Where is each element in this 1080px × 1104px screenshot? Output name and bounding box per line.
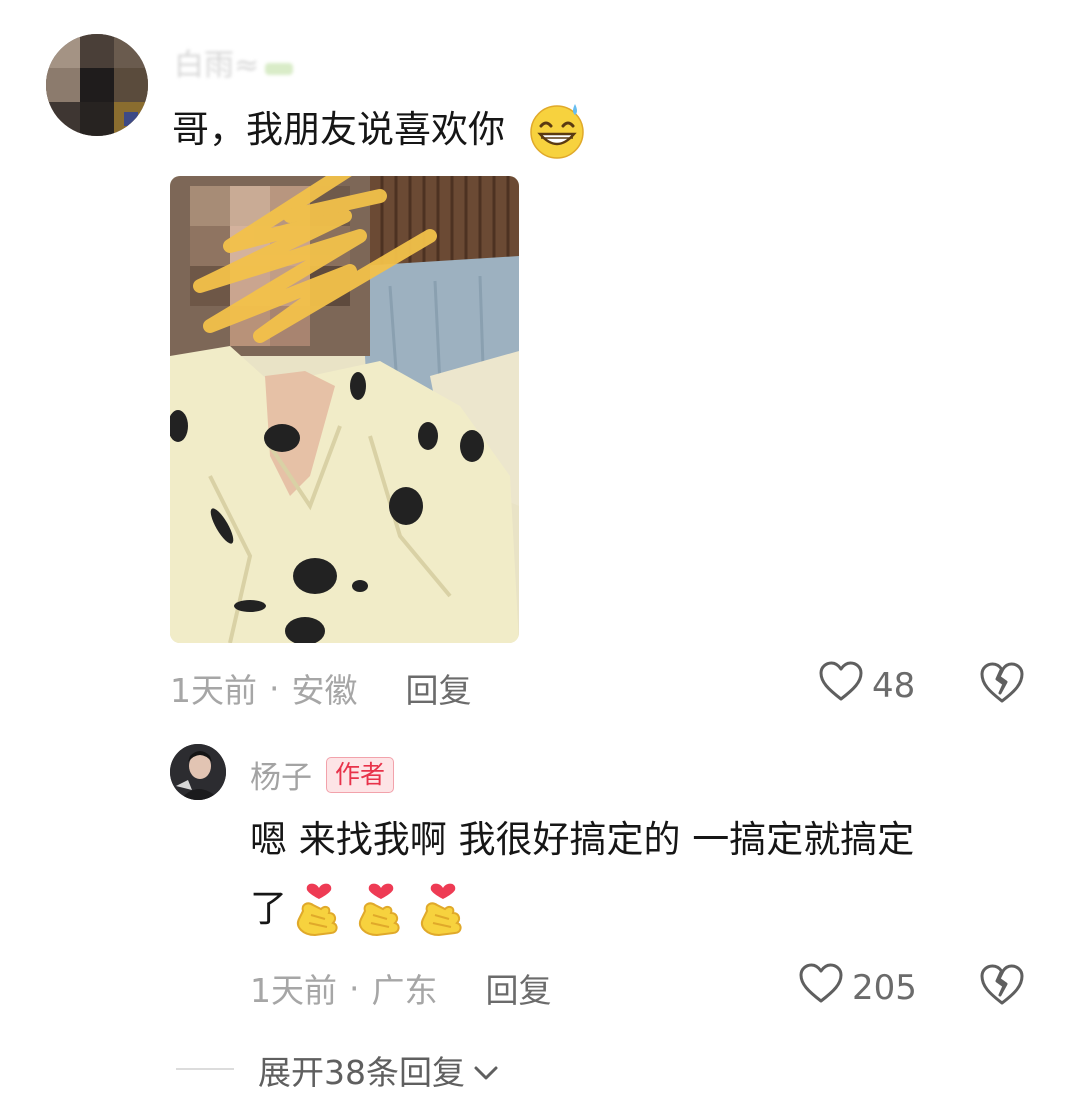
reply-button[interactable]: 回复 bbox=[486, 964, 552, 1012]
like-button[interactable]: 205 bbox=[798, 962, 917, 1013]
reply-button[interactable]: 回复 bbox=[406, 664, 472, 712]
meta-separator: · bbox=[349, 968, 360, 1008]
broken-heart-icon bbox=[978, 964, 1026, 1010]
reply-text-line1: 嗯 来找我啊 我很好搞定的 一搞定就搞定 bbox=[250, 818, 915, 861]
comment-photo[interactable] bbox=[170, 176, 519, 643]
heart-hand-emoji bbox=[289, 875, 349, 941]
comment-meta: 1天前 · 安徽 回复 bbox=[170, 664, 472, 712]
comment-text-content: 哥，我朋友说喜欢你 bbox=[172, 108, 505, 151]
heart-hand-emoji bbox=[413, 875, 473, 941]
heart-icon bbox=[798, 962, 844, 1013]
like-count: 48 bbox=[872, 665, 916, 706]
expand-replies-label: 展开38条回复 bbox=[258, 1053, 465, 1092]
comment-username[interactable]: 白雨≈ bbox=[174, 44, 294, 83]
reply-text-line2: 了 bbox=[250, 886, 287, 930]
expand-replies-button[interactable]: 展开38条回复 bbox=[258, 1046, 499, 1094]
comment-time: 1天前 bbox=[170, 671, 257, 710]
reply-time: 1天前 bbox=[250, 971, 337, 1010]
comment-username-text: 白雨≈ bbox=[174, 48, 260, 83]
reply-username[interactable]: 杨子 bbox=[250, 752, 312, 797]
reply-username-row: 杨子 作者 bbox=[250, 752, 395, 797]
reply-location: 广东 bbox=[371, 971, 438, 1010]
meta-separator: · bbox=[269, 668, 280, 708]
grinning-sweat-emoji bbox=[527, 100, 587, 160]
dislike-button[interactable] bbox=[978, 962, 1028, 1008]
expand-divider bbox=[176, 1068, 234, 1070]
reply-text-line2-row: 了 bbox=[250, 875, 1030, 941]
level-badge bbox=[265, 63, 294, 75]
heart-icon bbox=[818, 660, 864, 711]
reply-avatar-image bbox=[170, 744, 226, 800]
author-badge: 作者 bbox=[326, 756, 395, 793]
chevron-down-icon bbox=[473, 1051, 499, 1090]
reply-avatar[interactable] bbox=[170, 744, 226, 800]
dislike-button[interactable] bbox=[978, 660, 1028, 706]
avatar[interactable] bbox=[46, 34, 148, 136]
like-button[interactable]: 48 bbox=[818, 660, 915, 711]
comment-location: 安徽 bbox=[291, 671, 358, 710]
photo-image bbox=[170, 176, 519, 643]
heart-hand-emoji bbox=[351, 875, 411, 941]
broken-heart-icon bbox=[978, 662, 1026, 708]
like-count: 205 bbox=[852, 967, 917, 1008]
reply-meta: 1天前 · 广东 回复 bbox=[250, 964, 552, 1012]
reply-text: 嗯 来找我啊 我很好搞定的 一搞定就搞定 了 bbox=[250, 812, 1030, 941]
avatar-image bbox=[46, 34, 148, 136]
comment-text: 哥，我朋友说喜欢你 bbox=[172, 100, 587, 160]
